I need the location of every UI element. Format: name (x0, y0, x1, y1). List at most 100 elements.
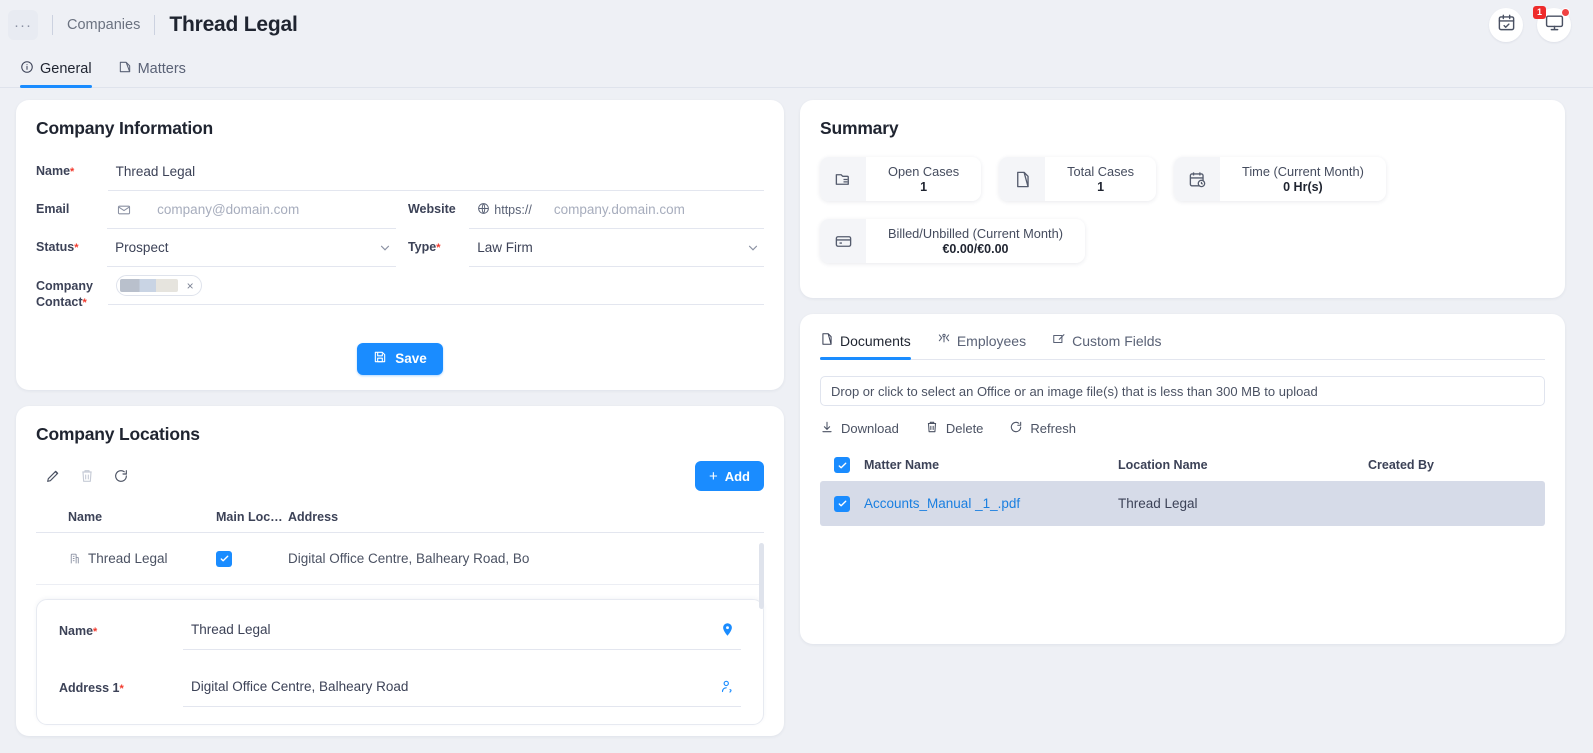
globe-icon (477, 202, 490, 218)
matters-icon (118, 60, 132, 78)
table-header: Name Main Loc… Address (36, 501, 764, 533)
document-fold-icon (820, 332, 834, 349)
trash-icon (925, 420, 939, 437)
column-main-location: Main Loc… (216, 509, 283, 524)
column-matter-name: Matter Name (864, 458, 940, 472)
refresh-documents-button[interactable]: Refresh (1009, 420, 1076, 437)
website-placeholder: company.domain.com (553, 202, 685, 217)
stat-time-current-month[interactable]: Time (Current Month) 0 Hr(s) (1174, 157, 1386, 201)
main-location-cell (216, 550, 288, 567)
right-column: Summary Open Cases 1 Total Cases 1 Time … (800, 100, 1565, 736)
main-location-checkbox[interactable] (216, 550, 232, 567)
form-row-name: Name* Thread Legal (36, 153, 764, 191)
website-label: Website (407, 202, 456, 216)
folder-list-icon (820, 157, 866, 201)
edit-location-button[interactable] (36, 463, 70, 489)
save-button-label: Save (395, 351, 427, 367)
tab-custom-fields-label: Custom Fields (1072, 332, 1162, 349)
calendar-check-icon (1497, 13, 1516, 37)
edit-address1-label: Address 1* (59, 681, 124, 695)
company-contact-label: Company Contact* (36, 279, 93, 310)
tab-custom-fields[interactable]: Custom Fields (1052, 332, 1162, 359)
top-bar-actions: 1 (1489, 6, 1571, 42)
delete-document-button[interactable]: Delete (925, 420, 983, 437)
table-row[interactable]: Accounts_Manual _1_.pdf Thread Legal (820, 481, 1545, 526)
table-row[interactable]: Thread Legal Digital Office Centre, Balh… (36, 533, 764, 585)
type-select[interactable]: Law Firm (469, 229, 764, 267)
page-title: Thread Legal (169, 13, 298, 36)
column-location-name: Location Name (1118, 458, 1208, 472)
notifications-button[interactable]: 1 (1533, 6, 1571, 42)
column-created-by: Created By (1368, 458, 1434, 472)
save-row: Save (36, 342, 764, 375)
stat-label: Billed/Unbilled (Current Month) (888, 226, 1063, 241)
divider (52, 15, 53, 35)
stat-open-cases[interactable]: Open Cases 1 (820, 157, 982, 201)
tab-general[interactable]: General (20, 60, 92, 88)
chevron-down-icon (378, 241, 392, 255)
notification-count-badge: 1 (1533, 6, 1546, 19)
file-dropzone[interactable]: Drop or click to select an Office or an … (820, 376, 1545, 406)
edit-name-input[interactable]: Thread Legal (183, 610, 741, 650)
add-location-button[interactable]: + Add (694, 461, 764, 491)
row-checkbox[interactable] (834, 495, 850, 512)
save-button[interactable]: Save (357, 342, 443, 375)
stat-value: 1 (920, 180, 928, 194)
select-all-checkbox[interactable] (834, 457, 850, 473)
stat-body: Open Cases 1 (866, 157, 981, 201)
info-circle-icon (20, 60, 34, 78)
type-value: Law Firm (477, 240, 533, 255)
email-label: Email (36, 202, 70, 216)
type-label: Type* (407, 240, 441, 254)
edit-name-value: Thread Legal (191, 622, 271, 637)
notification-dot-badge (1561, 8, 1570, 17)
stat-body: Time (Current Month) 0 Hr(s) (1220, 157, 1386, 201)
refresh-locations-button[interactable] (104, 463, 138, 489)
stat-total-cases[interactable]: Total Cases 1 (999, 157, 1156, 201)
tab-documents[interactable]: Documents (820, 332, 911, 360)
edit-row-name: Name* Thread Legal (59, 610, 741, 667)
company-contact-chip[interactable]: × (115, 275, 202, 296)
edit-name-label: Name* (59, 624, 98, 638)
location-edit-form: Name* Thread Legal Address 1* Digital Of… (36, 599, 764, 725)
main-content: Company Information Name* Thread Legal E… (0, 88, 1593, 736)
company-contact-input[interactable]: × (107, 267, 764, 305)
remove-chip-icon[interactable]: × (187, 280, 194, 292)
locations-table-scrollbar[interactable] (759, 543, 764, 609)
row-select-cell (820, 495, 864, 512)
download-document-button[interactable]: Download (820, 420, 899, 437)
page-tabs: General Matters (0, 50, 1593, 88)
tab-matters[interactable]: Matters (118, 60, 186, 87)
form-row-status-type: Status* Prospect Type* Law Firm (36, 229, 764, 267)
floppy-save-icon (373, 350, 387, 367)
status-select[interactable]: Prospect (107, 229, 396, 267)
form-row-email-website: Email company@domain.com Website https:/… (36, 191, 764, 229)
summary-stats: Open Cases 1 Total Cases 1 Time (Current… (820, 157, 1545, 263)
stat-billed-unbilled[interactable]: Billed/Unbilled (Current Month) €0.00/€0… (820, 219, 1085, 263)
left-column: Company Information Name* Thread Legal E… (16, 100, 784, 736)
documents-actions: Download Delete Refresh (820, 420, 1545, 437)
website-input[interactable]: https:// company.domain.com (469, 191, 764, 229)
tab-employees[interactable]: Employees (937, 332, 1026, 359)
document-link[interactable]: Accounts_Manual _1_.pdf (864, 496, 1020, 511)
breadcrumb-companies[interactable]: Companies (67, 17, 140, 33)
calendar-button[interactable] (1489, 8, 1523, 42)
documents-tabs: Documents Employees Custom Fields (820, 314, 1545, 360)
download-label: Download (841, 421, 899, 436)
documents-table: Matter Name Location Name Created By Acc… (820, 449, 1545, 526)
person-search-icon[interactable] (720, 679, 735, 694)
edit-address1-input[interactable]: Digital Office Centre, Balheary Road (183, 667, 741, 707)
name-input[interactable]: Thread Legal (107, 153, 764, 191)
name-label: Name* (36, 164, 75, 178)
document-name-cell: Accounts_Manual _1_.pdf (864, 496, 1118, 511)
plus-icon: + (708, 467, 718, 485)
envelope-icon (117, 203, 131, 217)
website-prefix: https:// (477, 202, 532, 218)
map-pin-icon[interactable] (720, 622, 735, 637)
overflow-menu-button[interactable]: ··· (8, 10, 38, 40)
tab-matters-label: Matters (137, 61, 186, 77)
delete-location-button[interactable] (70, 463, 104, 489)
company-information-card: Company Information Name* Thread Legal E… (16, 100, 784, 390)
summary-card: Summary Open Cases 1 Total Cases 1 Time … (800, 100, 1565, 298)
email-input[interactable]: company@domain.com (107, 191, 396, 229)
